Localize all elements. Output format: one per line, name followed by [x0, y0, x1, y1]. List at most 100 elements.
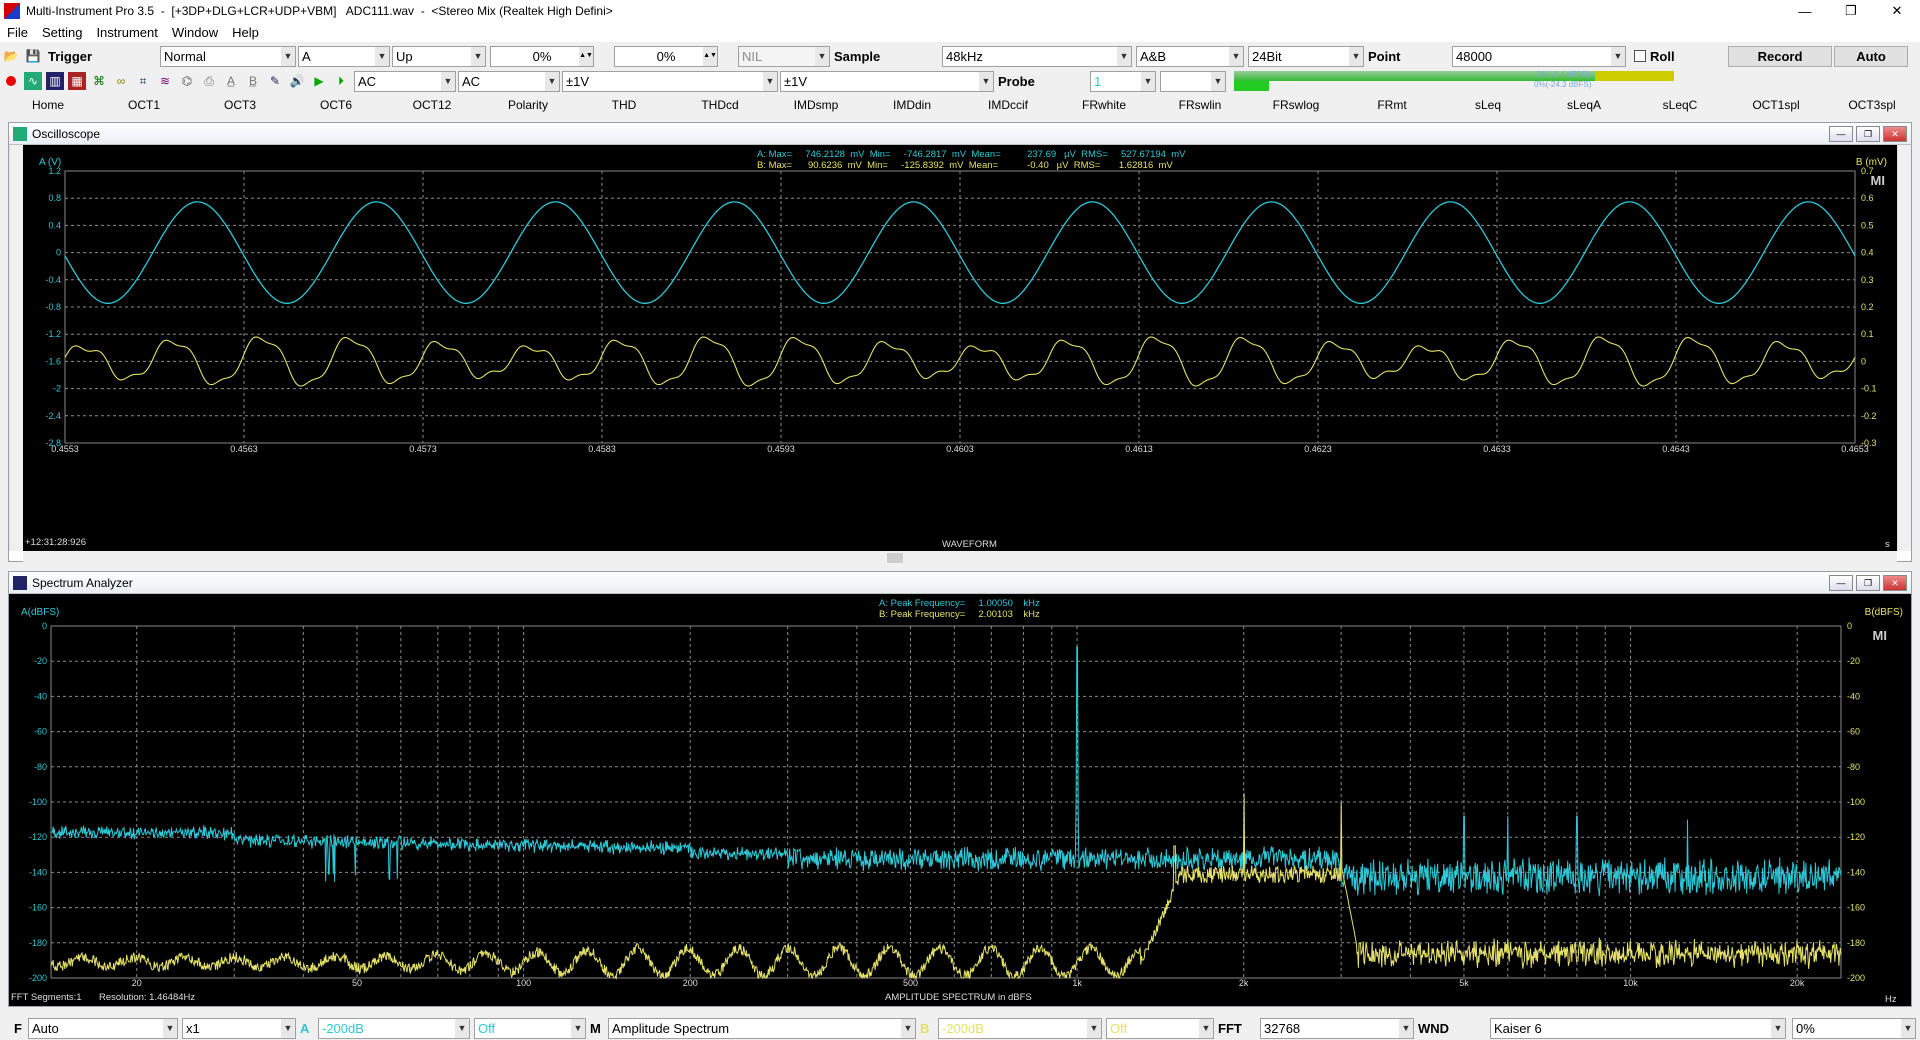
b-floor-select[interactable]: -200dB ▼ [938, 1017, 1102, 1039]
spin-arrows-icon[interactable]: ▲▼ [579, 46, 593, 66]
overlap-select[interactable]: 0% ▼ [1792, 1017, 1916, 1039]
play-icon[interactable]: ▶ [310, 72, 328, 90]
tab-sleqa[interactable]: sLeqA [1536, 95, 1632, 115]
label-b-icon[interactable]: B̲ [244, 72, 262, 90]
display-mode-select[interactable]: Amplitude Spectrum ▼ [608, 1017, 916, 1039]
sample-rate-select[interactable]: 48kHz ▼ [942, 45, 1132, 67]
tab-thd[interactable]: THD [576, 95, 672, 115]
tab-polarity[interactable]: Polarity [480, 95, 576, 115]
spec-minimize-button[interactable]: — [1829, 575, 1853, 591]
oscilloscope-icon[interactable]: ∿ [24, 72, 42, 90]
osc-restore-button[interactable]: ❐ [1856, 126, 1880, 142]
tab-sleqc[interactable]: sLeqC [1632, 95, 1728, 115]
osc-right-scrollbar[interactable] [1897, 145, 1911, 551]
close-button[interactable]: ✕ [1874, 0, 1920, 22]
spec-close-button[interactable]: ✕ [1883, 575, 1907, 591]
tab-oct1[interactable]: OCT1 [96, 95, 192, 115]
multi-trace-icon[interactable]: ≋ [156, 72, 174, 90]
oscilloscope-plot[interactable]: 0.4553 0.4563 0.4573 0.4583 0.4593 0.4603 0.46… [23, 145, 1897, 551]
a-label: A [300, 1020, 310, 1036]
b-mode-select[interactable]: Off ▼ [1106, 1017, 1214, 1039]
label-a-icon[interactable]: A̲ [222, 72, 240, 90]
trigger-mode-value: Normal [164, 48, 206, 64]
printer-icon[interactable]: ⎙ [200, 72, 218, 90]
roll-checkbox[interactable] [1634, 50, 1646, 62]
probe-b-select[interactable]: ▼ [1160, 70, 1226, 92]
level-meter: -2%(-0.4 dBFS) 0%(-24.3 dBFS) [1234, 70, 1728, 91]
speaker-icon[interactable]: 🔊 [288, 72, 306, 90]
zoom-select[interactable]: x1 ▼ [182, 1017, 296, 1039]
osc-minimize-button[interactable]: — [1829, 126, 1853, 142]
spec-axis-a-label: A(dBFS) [21, 607, 60, 618]
probe-a-select[interactable]: 1 ▼ [1090, 70, 1156, 92]
trigger-mode-select[interactable]: Normal ▼ [160, 45, 296, 67]
coupling-a-select[interactable]: AC ▼ [354, 70, 456, 92]
trigger-level-stepper[interactable]: 0% ▲▼ [490, 45, 594, 67]
menu-window[interactable]: Window [165, 25, 225, 40]
spec-restore-button[interactable]: ❐ [1856, 575, 1880, 591]
tab-frmt[interactable]: FRmt [1344, 95, 1440, 115]
maximize-button[interactable]: ❐ [1828, 0, 1874, 22]
chevron-down-icon: ▼ [1229, 46, 1243, 66]
f-mode-select[interactable]: Auto ▼ [28, 1017, 178, 1039]
osc-close-button[interactable]: ✕ [1883, 126, 1907, 142]
range-b-select[interactable]: ±1V ▼ [780, 70, 994, 92]
tab-imdccif[interactable]: IMDccif [960, 95, 1056, 115]
tab-home[interactable]: Home [0, 95, 96, 115]
channels-select[interactable]: A&B ▼ [1136, 45, 1244, 67]
record-dot-icon[interactable] [2, 72, 20, 90]
tab-oct3[interactable]: OCT3 [192, 95, 288, 115]
chevron-down-icon: ▼ [455, 1018, 469, 1038]
menu-instrument[interactable]: Instrument [89, 25, 164, 40]
osc-left-scrollbar[interactable] [9, 145, 23, 551]
tab-oct12[interactable]: OCT12 [384, 95, 480, 115]
dual-channel-icon[interactable]: ⌬ [178, 72, 196, 90]
window-function-select[interactable]: Kaiser 6 ▼ [1490, 1017, 1786, 1039]
a-mode-select[interactable]: Off ▼ [474, 1017, 586, 1039]
tab-frwhite[interactable]: FRwhite [1056, 95, 1152, 115]
menu-file[interactable]: File [0, 25, 35, 40]
tab-frswlin[interactable]: FRswlin [1152, 95, 1248, 115]
lissajous-icon[interactable]: ∞ [112, 72, 130, 90]
coupling-b-select[interactable]: AC ▼ [458, 70, 560, 92]
fft-size-select[interactable]: 32768 ▼ [1260, 1017, 1414, 1039]
trigger-delay-stepper[interactable]: 0% ▲▼ [614, 45, 718, 67]
save-disk-icon[interactable]: 💾 [24, 47, 42, 65]
probe-tool-icon[interactable]: ✎ [266, 72, 284, 90]
trigger-channel-select[interactable]: A ▼ [298, 45, 390, 67]
a-floor-select[interactable]: -200dB ▼ [318, 1017, 470, 1039]
record-button[interactable]: Record [1728, 45, 1832, 67]
tab-oct3spl[interactable]: OCT3spl [1824, 95, 1920, 115]
chevron-down-icon: ▼ [1141, 71, 1155, 91]
spec-axis-b-label: B(dBFS) [1864, 607, 1903, 618]
spectrum-plot[interactable]: 20 50 100 200 500 1k 2k 5k 10k 20k 0 0 -20 -20 -40 -40 -… [9, 594, 1911, 1006]
spectrum-icon[interactable]: ▥ [46, 72, 64, 90]
tab-imddin[interactable]: IMDdin [864, 95, 960, 115]
points-select[interactable]: 48000 ▼ [1452, 45, 1626, 67]
tab-oct6[interactable]: OCT6 [288, 95, 384, 115]
chart-icon[interactable]: ⌗ [134, 72, 152, 90]
scroll-thumb[interactable] [887, 553, 903, 563]
tab-sleq[interactable]: sLeq [1440, 95, 1536, 115]
osc-horizontal-scrollbar[interactable] [23, 551, 1897, 565]
tab-thdcd[interactable]: THDcd [672, 95, 768, 115]
phase-plot-icon[interactable]: ⌘ [90, 72, 108, 90]
bits-select[interactable]: 24Bit ▼ [1248, 45, 1364, 67]
spectrogram-icon[interactable]: ▦ [68, 72, 86, 90]
tab-imdsmp[interactable]: IMDsmp [768, 95, 864, 115]
range-a-select[interactable]: ±1V ▼ [562, 70, 778, 92]
menu-help[interactable]: Help [225, 25, 266, 40]
spec-y-tick-b: -160 [1847, 903, 1865, 913]
auto-button[interactable]: Auto [1834, 45, 1908, 67]
nil-select[interactable]: NIL ▼ [738, 45, 830, 67]
tab-oct1spl[interactable]: OCT1spl [1728, 95, 1824, 115]
play-step-icon[interactable]: ⏵ [332, 72, 350, 90]
open-folder-icon[interactable]: 📂 [2, 47, 20, 65]
nil-value: NIL [742, 48, 763, 64]
spin-arrows-icon[interactable]: ▲▼ [703, 46, 717, 66]
minimize-button[interactable]: — [1782, 0, 1828, 22]
tab-frswlog[interactable]: FRswlog [1248, 95, 1344, 115]
menu-setting[interactable]: Setting [35, 25, 89, 40]
trigger-edge-select[interactable]: Up ▼ [392, 45, 486, 67]
spectrum-title: Spectrum Analyzer [32, 575, 133, 590]
